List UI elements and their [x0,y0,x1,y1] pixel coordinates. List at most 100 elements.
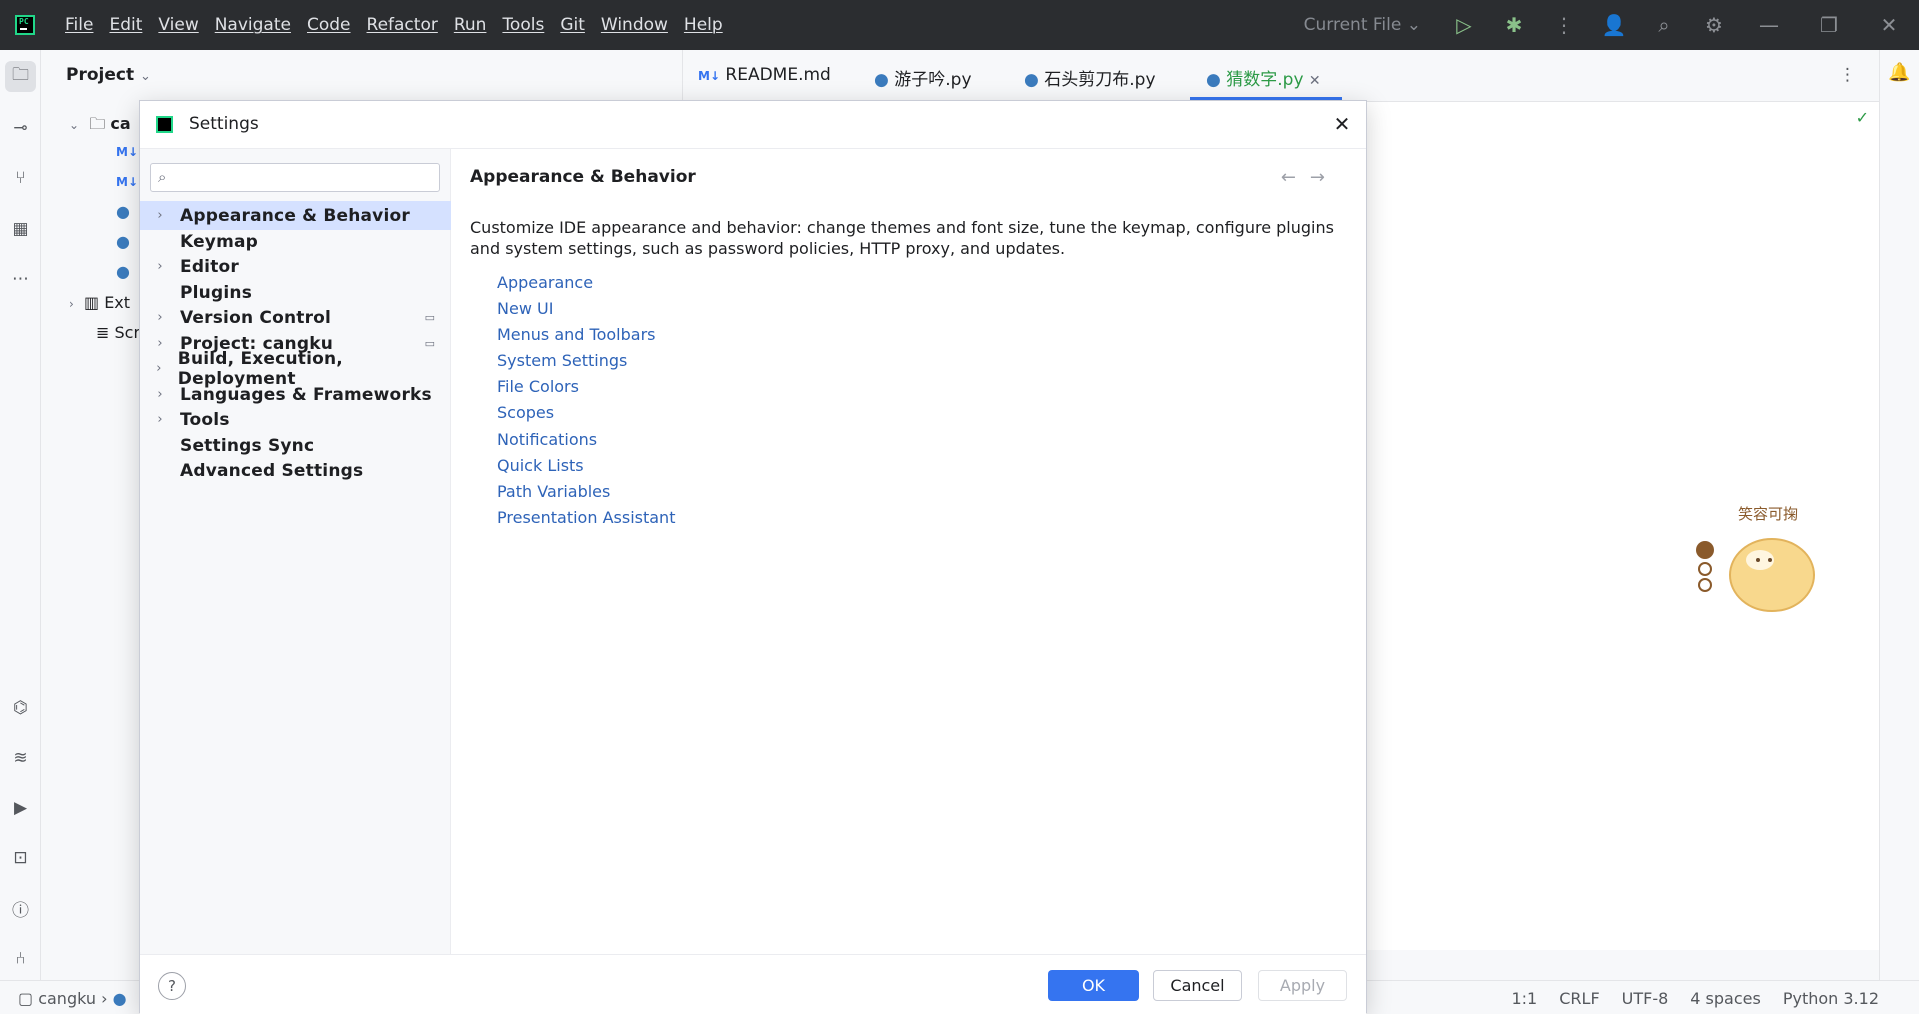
pull-request-icon[interactable]: ⑂ [5,162,36,193]
breadcrumb-project: cangku [38,989,97,1008]
editor-tabs: M↓ README.md ● 游子吟.py ● 石头剪刀布.py ● 猜数字.p… [684,50,1879,102]
menu-code[interactable]: Code [299,15,359,35]
gear-icon[interactable]: ⚙ [1689,0,1739,50]
link-new-ui[interactable]: New UI [497,299,553,318]
link-presentation-assistant[interactable]: Presentation Assistant [497,508,675,527]
title-right-tools: Current File ⌄ ▷ ✱ ⋮ 👤 ⌕ ⚙ — ❐ ✕ [1304,0,1919,50]
main-menu: File Edit View Navigate Code Refactor Ru… [57,15,731,35]
ok-button[interactable]: OK [1048,970,1139,1001]
search-icon: ⌕ [158,168,167,186]
python-file-icon: ● [1206,70,1221,90]
python-file-icon: ● [1024,70,1039,90]
nav-appearance-behavior[interactable]: › Appearance & Behavior [140,201,451,230]
tree-row-scratches[interactable]: ≣ Scr [96,323,140,342]
minimize-icon[interactable]: — [1739,0,1799,50]
structure-icon[interactable]: ▦ [5,213,36,244]
link-system-settings[interactable]: System Settings [497,351,627,370]
status-line-separator[interactable]: CRLF [1559,989,1599,1008]
close-tab-icon[interactable]: ✕ [1309,73,1321,89]
nav-editor[interactable]: › Editor [140,252,451,281]
status-encoding[interactable]: UTF-8 [1622,989,1669,1008]
tree-external-label: Ext [104,293,131,312]
tabs-more-icon[interactable]: ⋮ [1839,65,1856,85]
nav-build-execution[interactable]: › Build, Execution, Deployment [140,349,451,389]
status-interpreter[interactable]: Python 3.12 [1783,989,1879,1008]
more-vertical-icon[interactable]: ⋮ [1539,0,1589,50]
chevron-right-icon: › [157,412,163,427]
status-position[interactable]: 1:1 [1511,989,1537,1008]
layers-icon[interactable]: ≋ [5,742,36,773]
menu-tools[interactable]: Tools [494,15,552,35]
python-file-icon[interactable]: ● [116,232,130,251]
menu-help[interactable]: Help [676,15,731,35]
link-appearance[interactable]: Appearance [497,273,593,292]
nav-label: Settings Sync [180,435,315,456]
chevron-right-icon: › [157,208,163,223]
tree-md-1[interactable]: M↓ [116,145,138,159]
tab-youziyin[interactable]: ● 游子吟.py [874,65,972,90]
dialog-title: Settings [189,114,259,134]
nav-label: Appearance & Behavior [180,205,410,226]
tab-readme-label: README.md [725,65,831,85]
status-breadcrumb[interactable]: ▢ cangku › ● [18,989,127,1008]
services-icon[interactable]: ▶ [5,792,36,823]
link-file-colors[interactable]: File Colors [497,377,579,396]
window-close-icon[interactable]: ✕ [1859,0,1919,50]
link-quick-lists[interactable]: Quick Lists [497,456,584,475]
commit-icon[interactable]: ⊸ [5,112,36,143]
add-user-icon[interactable]: 👤 [1589,0,1639,50]
tab-caishuzi[interactable]: ● 猜数字.py ✕ [1206,65,1321,90]
link-menus-toolbars[interactable]: Menus and Toolbars [497,325,656,344]
problems-icon[interactable]: ⓘ [5,893,36,924]
more-tools-icon[interactable]: ⋯ [5,263,36,294]
tab-readme[interactable]: M↓ README.md [698,65,831,85]
nav-tools[interactable]: › Tools [140,405,451,434]
debug-icon[interactable]: ✱ [1489,0,1539,50]
chevron-right-icon: › [156,361,162,376]
status-indent[interactable]: 4 spaces [1690,989,1761,1008]
close-icon[interactable]: ✕ [1326,108,1358,140]
git-branch-icon[interactable]: ⑃ [5,943,36,974]
nav-label: Plugins [180,282,253,303]
back-arrow-icon[interactable]: ← [1281,167,1310,188]
tab-shitou[interactable]: ● 石头剪刀布.py [1024,65,1156,90]
python-file-icon: ● [874,70,889,90]
link-scopes[interactable]: Scopes [497,403,554,422]
python-file-icon[interactable]: ● [116,202,130,221]
folder-icon[interactable]: 🗀 [5,61,36,92]
run-icon[interactable]: ▷ [1439,0,1489,50]
dialog-footer: ? OK Cancel Apply [140,954,1366,1014]
chevron-right-icon: › [157,336,163,351]
nav-advanced-settings[interactable]: Advanced Settings [140,456,451,485]
run-config-selector[interactable]: Current File ⌄ [1304,15,1421,35]
python-console-icon[interactable]: ⌬ [5,692,36,723]
restore-icon[interactable]: ❐ [1799,0,1859,50]
help-icon[interactable]: ? [158,972,186,1000]
settings-search-input[interactable]: ⌕ [150,163,440,192]
menu-edit[interactable]: Edit [101,15,150,35]
project-title[interactable]: Project ⌄ [66,65,151,85]
terminal-icon[interactable]: ⊡ [5,842,36,873]
menu-git[interactable]: Git [552,15,593,35]
menu-file[interactable]: File [57,15,101,35]
forward-arrow-icon[interactable]: → [1310,167,1339,188]
menu-navigate[interactable]: Navigate [207,15,299,35]
tree-md-2[interactable]: M↓ [116,175,138,189]
nav-version-control[interactable]: › Version Control ▭ [140,303,451,332]
link-path-variables[interactable]: Path Variables [497,482,610,501]
menu-window[interactable]: Window [593,15,676,35]
tree-row-root[interactable]: ⌄ 🗀 ca [69,113,131,140]
cancel-button[interactable]: Cancel [1153,970,1242,1001]
link-notifications[interactable]: Notifications [497,430,597,449]
menu-run[interactable]: Run [446,15,495,35]
chevron-right-icon: › [157,310,163,325]
menu-refactor[interactable]: Refactor [359,15,446,35]
search-icon[interactable]: ⌕ [1639,0,1689,50]
apply-button[interactable]: Apply [1258,970,1347,1001]
notifications-icon[interactable]: 🔔 [1888,62,1910,83]
python-file-icon[interactable]: ● [116,262,130,281]
tree-row-external[interactable]: › ▥ Ext [69,293,130,312]
sticker-text: 笑容可掬 [1738,505,1798,523]
tree-scratches-label: Scr [114,323,141,342]
menu-view[interactable]: View [150,15,206,35]
